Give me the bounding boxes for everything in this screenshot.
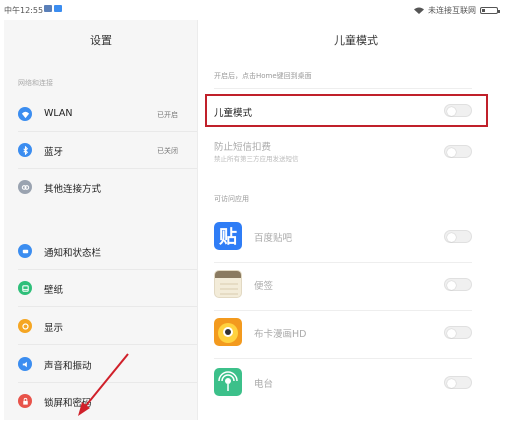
- sidebar-item-other-connections[interactable]: 其他连接方式: [4, 172, 198, 202]
- sms-protection-label: 防止短信扣费: [214, 142, 272, 153]
- section-label-network: 网络和连接: [18, 79, 53, 87]
- divider: [214, 310, 472, 311]
- baidu-tieba-icon: 贴: [214, 222, 242, 250]
- sidebar-item-display[interactable]: 显示: [4, 311, 198, 341]
- bluetooth-icon: [18, 143, 32, 157]
- sidebar-item-label: 壁纸: [44, 285, 64, 296]
- network-status: 未连接互联网: [428, 6, 476, 15]
- lock-icon: [18, 394, 32, 408]
- sms-protection-sub: 禁止所有第三方应用发送短信: [214, 155, 299, 163]
- link-icon: [18, 180, 32, 194]
- app-label: 便签: [254, 281, 274, 292]
- app-row[interactable]: 电台: [214, 368, 472, 398]
- wifi-status-icon: [414, 7, 424, 14]
- divider: [18, 131, 197, 132]
- page-title: 儿童模式: [334, 34, 378, 47]
- app-toggle[interactable]: [444, 278, 472, 291]
- sidebar-item-label: WLAN: [44, 108, 73, 119]
- highlight-box: [205, 94, 488, 127]
- display-icon: [18, 319, 32, 333]
- radio-icon: [214, 368, 242, 396]
- divider: [18, 269, 197, 270]
- sidebar-item-wallpaper[interactable]: 壁纸: [4, 273, 198, 303]
- section-label-apps: 可访问应用: [214, 195, 249, 203]
- sidebar-item-label: 其他连接方式: [44, 184, 102, 195]
- status-bar: 中午12:55 未连接互联网: [0, 0, 514, 20]
- sidebar-item-label: 通知和状态栏: [44, 248, 102, 259]
- wallpaper-icon: [18, 281, 32, 295]
- app-badge-icon: [54, 5, 62, 12]
- battery-icon: [480, 7, 500, 14]
- buka-comic-icon: [214, 318, 242, 346]
- hint-text: 开启后，点击Home键回到桌面: [214, 72, 312, 80]
- sidebar-item-label: 蓝牙: [44, 147, 64, 158]
- wifi-icon: [18, 107, 32, 121]
- app-row[interactable]: 布卡漫画HD: [214, 318, 472, 348]
- sidebar-item-value: 已关闭: [157, 147, 178, 155]
- notes-icon: [214, 270, 242, 298]
- sms-protection-toggle[interactable]: [444, 145, 472, 158]
- app-label: 电台: [254, 379, 274, 390]
- app-label: 布卡漫画HD: [254, 329, 307, 340]
- sms-protection-row[interactable]: 防止短信扣费 禁止所有第三方应用发送短信: [214, 136, 472, 166]
- divider: [18, 168, 197, 169]
- app-label: 百度贴吧: [254, 233, 293, 244]
- divider: [214, 358, 472, 359]
- app-row[interactable]: 便签: [214, 270, 472, 300]
- app-toggle[interactable]: [444, 230, 472, 243]
- sound-icon: [18, 357, 32, 371]
- svg-text:贴: 贴: [219, 226, 237, 248]
- divider: [18, 344, 197, 345]
- divider: [214, 88, 472, 89]
- app-toggle[interactable]: [444, 376, 472, 389]
- app-toggle[interactable]: [444, 326, 472, 339]
- notification-badge-icon: [44, 5, 52, 12]
- annotation-arrow-icon: [78, 353, 129, 416]
- divider: [214, 262, 472, 263]
- divider: [18, 306, 197, 307]
- status-time: 中午12:55: [4, 6, 44, 15]
- notification-icon: [18, 244, 32, 258]
- sidebar-title: 设置: [90, 34, 112, 47]
- sidebar-item-value: 已开启: [157, 111, 178, 119]
- status-right: 未连接互联网: [414, 5, 500, 16]
- sidebar-item-bluetooth[interactable]: 蓝牙 已关闭: [4, 135, 198, 165]
- app-row[interactable]: 贴 百度贴吧: [214, 222, 472, 252]
- sidebar-item-label: 显示: [44, 323, 64, 334]
- sidebar-item-notifications[interactable]: 通知和状态栏: [4, 236, 198, 266]
- sidebar-item-wlan[interactable]: WLAN 已开启: [4, 99, 198, 129]
